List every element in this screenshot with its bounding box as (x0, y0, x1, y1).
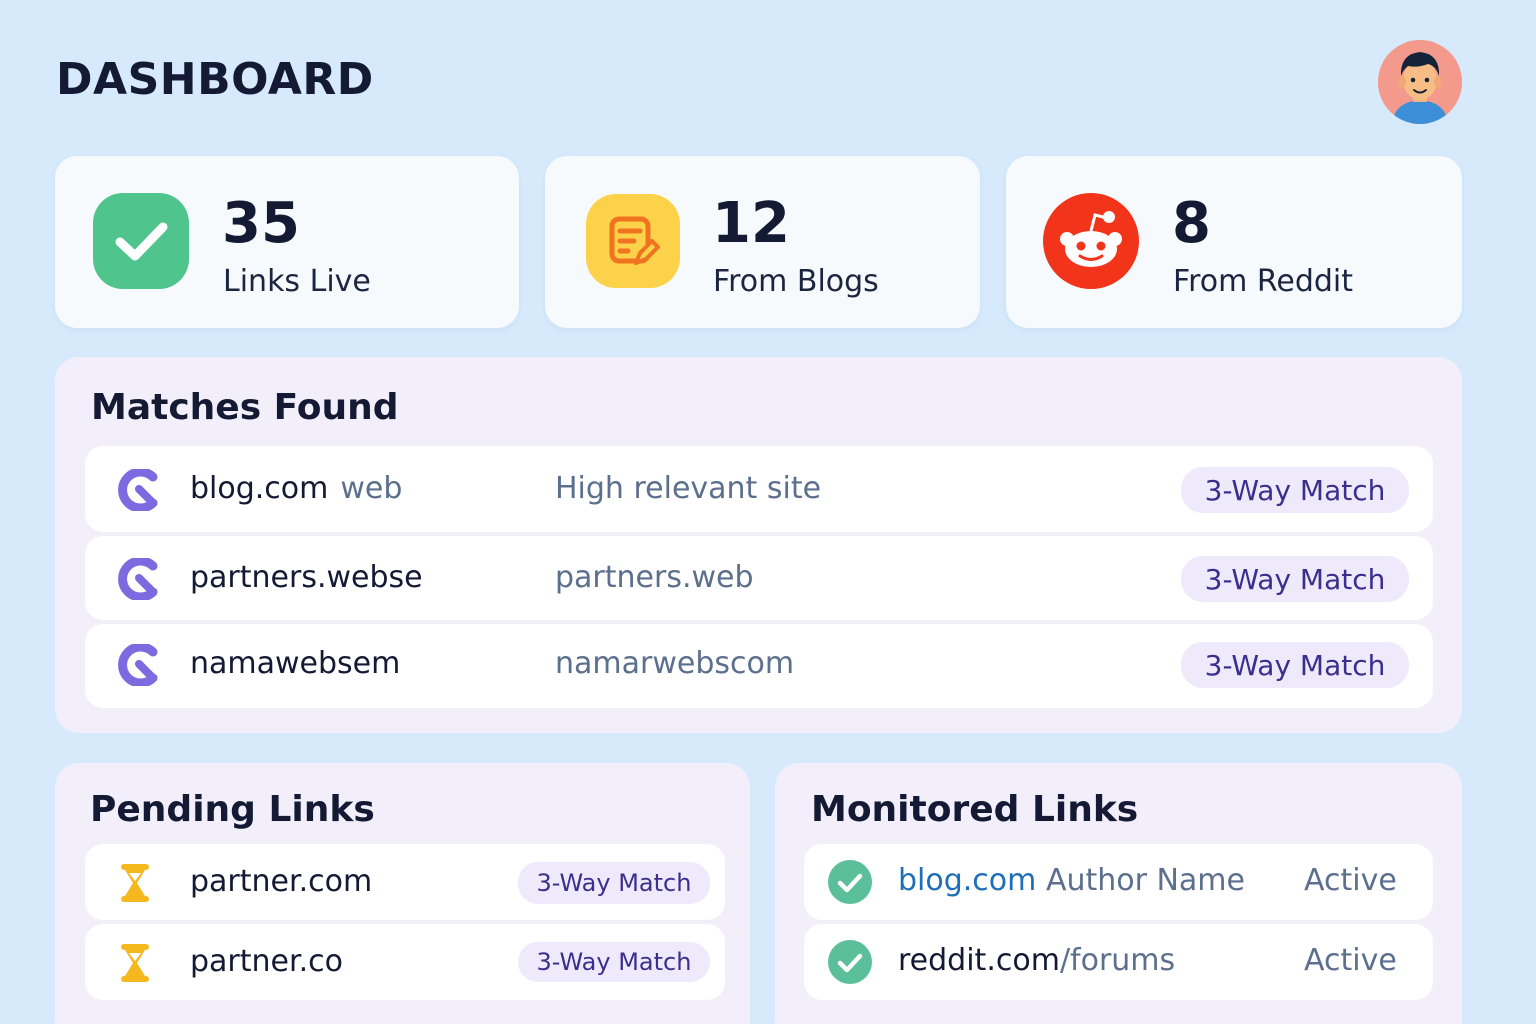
avatar-icon (1378, 40, 1462, 124)
status-label: Active (1304, 863, 1397, 898)
panel-title: Pending Links (90, 789, 375, 830)
match-icon (117, 467, 161, 515)
stat-card-from-reddit[interactable]: 8 From Reddit (1006, 156, 1462, 328)
pending-badge: 3-Way Match (518, 862, 710, 904)
match-icon (117, 642, 161, 690)
pending-row[interactable]: partner.com 3-Way Match (85, 844, 725, 920)
hourglass-icon (119, 943, 151, 987)
pending-domain: partner.com (190, 864, 373, 899)
match-badge: 3-Way Match (1181, 642, 1409, 688)
monitored-domain[interactable]: reddit.com (898, 943, 1060, 978)
reddit-icon (1043, 193, 1139, 289)
stat-card-from-blogs[interactable]: 12 From Blogs (545, 156, 980, 328)
match-domain-sub: web (340, 471, 403, 506)
check-circle-icon (827, 939, 873, 989)
match-domain: partners.webse (190, 560, 423, 595)
match-description: partners.web (555, 560, 754, 595)
stat-card-links-live[interactable]: 35 Links Live (55, 156, 519, 328)
stat-value: 12 (712, 191, 790, 256)
match-domain: namawebsem (190, 646, 401, 681)
monitored-row[interactable]: reddit.com/forums Active (804, 924, 1433, 1000)
monitored-links-panel: Monitored Links blog.com Author Name Act… (775, 763, 1462, 1024)
check-icon (93, 193, 189, 289)
status-label: Active (1304, 943, 1397, 978)
pending-badge: 3-Way Match (518, 942, 710, 982)
hourglass-icon (119, 863, 151, 907)
match-icon (117, 556, 161, 604)
monitored-path: /forums (1059, 943, 1176, 978)
monitored-domain[interactable]: blog.com (898, 863, 1036, 898)
match-description: namarwebscom (555, 646, 795, 681)
page-title: DASHBOARD (56, 54, 374, 105)
matches-found-panel: Matches Found blog.com web High relevant … (55, 357, 1462, 733)
monitored-author: Author Name (1045, 863, 1245, 898)
match-row[interactable]: partners.webse partners.web 3-Way Match (85, 536, 1433, 620)
stat-label: Links Live (223, 264, 371, 299)
blog-note-icon (585, 193, 681, 289)
user-avatar[interactable] (1378, 40, 1462, 124)
stat-value: 8 (1172, 191, 1211, 256)
stat-label: From Reddit (1173, 264, 1353, 299)
panel-title: Monitored Links (811, 789, 1139, 830)
check-circle-icon (827, 859, 873, 909)
dashboard-page: DASHBOARD 35 Links Live 12 From Blogs 8 … (0, 0, 1536, 1024)
pending-domain: partner.co (190, 944, 343, 979)
match-badge: 3-Way Match (1181, 556, 1409, 602)
panel-title: Matches Found (91, 387, 399, 428)
match-row[interactable]: namawebsem namarwebscom 3-Way Match (85, 624, 1433, 708)
match-domain: blog.com (190, 471, 329, 506)
match-badge: 3-Way Match (1181, 467, 1409, 513)
stat-value: 35 (222, 191, 300, 256)
match-row[interactable]: blog.com web High relevant site 3-Way Mat… (85, 446, 1433, 532)
pending-row[interactable]: partner.co 3-Way Match (85, 924, 725, 1000)
monitored-row[interactable]: blog.com Author Name Active (804, 844, 1433, 920)
pending-links-panel: Pending Links partner.com 3-Way Match pa… (55, 763, 750, 1024)
match-description: High relevant site (555, 471, 822, 506)
stat-label: From Blogs (713, 264, 879, 299)
